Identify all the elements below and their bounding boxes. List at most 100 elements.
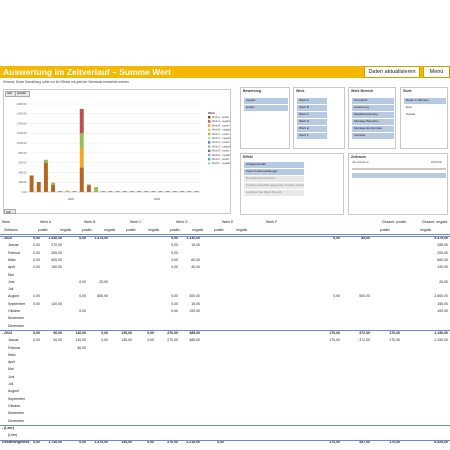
slicer-effekt[interactable]: Effekt Anlagenausfall Keine Fehlermeldun… bbox=[240, 153, 344, 215]
table-row-label: Februar bbox=[8, 250, 21, 255]
legend-entry[interactable]: Werk F - positiv bbox=[212, 158, 230, 161]
table-cell: 6.525,00 bbox=[434, 440, 448, 445]
slicer-item-baureihe[interactable]: Montage Baureihe bbox=[352, 119, 394, 125]
slicer-item-lieferbereitschaft[interactable]: Lieferbereitschaft gegenüber Kunden Ausl… bbox=[244, 183, 304, 189]
slicer-item-versand[interactable]: Versand bbox=[352, 133, 394, 139]
table-cell: 155,00 bbox=[437, 301, 448, 306]
slicer-item-minuten[interactable]: Dauer in Minuten bbox=[404, 98, 446, 104]
table-row-label: Oktober bbox=[8, 403, 21, 408]
slicer-item-werk-c[interactable]: Werk C bbox=[297, 112, 327, 118]
chart-bar[interactable] bbox=[94, 187, 99, 192]
table-cell: 270,00 bbox=[167, 440, 178, 445]
table-row-label: November bbox=[8, 316, 25, 321]
legend-entry[interactable]: Werk B - negativ bbox=[212, 129, 231, 132]
table-header-werk: Gesamt: positiv bbox=[382, 220, 407, 224]
y-tick-label: 1.200,00 bbox=[16, 131, 27, 135]
slicer-item-werk-f[interactable]: Werk F bbox=[297, 133, 327, 139]
chart-bar[interactable] bbox=[51, 182, 56, 185]
table-cell: 270,00 bbox=[167, 330, 178, 335]
table-cell: 500,00 bbox=[359, 294, 370, 299]
chart-bar[interactable] bbox=[79, 148, 84, 168]
slicer-bewertung[interactable]: Bewertung negativ positiv bbox=[240, 87, 290, 149]
slicer-werk-title: Werk bbox=[296, 89, 305, 93]
table-cell: 60,00 bbox=[191, 257, 200, 262]
legend-entry[interactable]: Werk F - negativ bbox=[212, 162, 231, 165]
slicer-werk-bereich[interactable]: Werk Bereich Kunststoff Lackierung Metal… bbox=[348, 87, 396, 149]
table-cell: 1.375,00 bbox=[94, 236, 108, 240]
chart-bar[interactable] bbox=[43, 162, 48, 192]
table-header-werk: Werk D bbox=[176, 220, 188, 224]
legend-entry[interactable]: Werk E - negativ bbox=[212, 154, 231, 157]
zeitraum-unit[interactable]: MONATE bbox=[431, 161, 442, 164]
slicer-item-werk-e[interactable]: Werk E bbox=[297, 126, 327, 132]
table-header-werk: Gesamt: negativ bbox=[422, 220, 448, 224]
legend-entry[interactable]: Werk A - negativ bbox=[212, 120, 231, 123]
slicer-item-durchlaufzeit[interactable]: Durchlaufzeit Prozess bbox=[244, 176, 304, 182]
legend-entry[interactable]: Werk C - positiv bbox=[212, 133, 230, 136]
slicer-item-anlagenausfall[interactable]: Anlagenausfall bbox=[244, 162, 304, 168]
slicer-item-kunststoff[interactable]: Kunststoff bbox=[352, 98, 394, 104]
table-cell: 0,00 bbox=[147, 330, 154, 335]
chart-bar[interactable] bbox=[51, 184, 56, 192]
table-cell: 1.130,00 bbox=[186, 236, 200, 240]
table-cell: 0,00 bbox=[171, 243, 178, 248]
chart-bar[interactable] bbox=[79, 133, 84, 148]
menu-button[interactable]: Menü bbox=[423, 66, 450, 78]
table-cell: 270,00 bbox=[167, 338, 178, 343]
legend-entry[interactable]: Werk B - positiv bbox=[212, 124, 230, 127]
table-header-werk: Werk F bbox=[266, 220, 278, 224]
slicer-item-werk-b[interactable]: Werk B bbox=[297, 105, 327, 111]
legend-swatch bbox=[208, 149, 211, 152]
chart-bar[interactable] bbox=[29, 175, 34, 192]
table-cell: 90,00 bbox=[53, 338, 62, 343]
table-group-divider bbox=[0, 330, 450, 332]
slicer-item-lieferzeit[interactable]: Lieferzeit bei Werk Bereich bbox=[244, 190, 304, 196]
chart-bar[interactable] bbox=[86, 184, 91, 186]
table-cell: 1.440,00 bbox=[48, 236, 62, 240]
slicer-item-werk-a[interactable]: Werk A bbox=[297, 98, 327, 104]
chart-bar[interactable] bbox=[79, 167, 84, 192]
table-row-label: Juni bbox=[8, 374, 15, 379]
slicer-item-endprodukt[interactable]: Montage Endprodukt bbox=[352, 126, 394, 132]
slicer-werk[interactable]: Werk Werk A Werk B Werk C Werk D Werk E … bbox=[293, 87, 345, 149]
timeline-selection[interactable] bbox=[352, 173, 446, 178]
slicer-item-werk-d[interactable]: Werk D bbox=[297, 119, 327, 125]
chart-bar[interactable] bbox=[86, 185, 91, 192]
table-group-divider bbox=[0, 235, 450, 237]
table-cell: 110,00 bbox=[75, 338, 86, 343]
slicer-bewertung-title: Bewertung bbox=[243, 89, 262, 93]
legend-entry[interactable]: Werk C - negativ bbox=[212, 137, 231, 140]
chart-bar[interactable] bbox=[79, 108, 84, 134]
legend-entry[interactable]: Werk D - negativ bbox=[212, 145, 231, 148]
pivot-chart[interactable]: Jahr Quartal 1.800,00 1.600,00 1.400,00 1.2… bbox=[3, 89, 231, 214]
chart-bar[interactable] bbox=[36, 181, 41, 192]
slicer-bereich-title: Werk Bereich bbox=[351, 89, 374, 93]
slicer-stufe[interactable]: Stufe Dauer in Minuten Euro Punkte bbox=[400, 87, 448, 149]
table-row-label: Februar bbox=[8, 345, 21, 350]
table-row-label: Dezember bbox=[8, 418, 25, 423]
table-cell: 660,00 bbox=[437, 257, 448, 262]
chart-bar[interactable] bbox=[43, 159, 48, 163]
table-row-label: (Leer) bbox=[8, 433, 18, 438]
table-row-label: Mai bbox=[8, 367, 14, 372]
table-cell: 0,00 bbox=[79, 440, 86, 445]
slicer-item-euro[interactable]: Euro bbox=[404, 105, 446, 111]
chart-bar[interactable] bbox=[29, 175, 34, 176]
slicer-item-positiv[interactable]: positiv bbox=[244, 105, 288, 111]
slicer-item-keine-fehler[interactable]: Keine Fehlermeldungen bbox=[244, 169, 304, 175]
table-cell: 170,00 bbox=[329, 338, 340, 343]
slicer-item-lackierung[interactable]: Lackierung bbox=[352, 105, 394, 111]
legend-entry[interactable]: Werk A - positiv bbox=[212, 116, 230, 119]
slicer-item-negativ[interactable]: negativ bbox=[244, 98, 288, 104]
table-header-sub: negativ bbox=[420, 228, 432, 232]
update-data-button[interactable]: Daten aktualisieren bbox=[364, 66, 420, 78]
legend-entry[interactable]: Werk E - positiv bbox=[212, 150, 230, 153]
table-row-label: November bbox=[8, 411, 25, 416]
slicer-item-punkte[interactable]: Punkte bbox=[404, 112, 446, 118]
x-year-label: 2024 bbox=[154, 197, 161, 201]
legend-entry[interactable]: Werk D - positiv bbox=[212, 141, 230, 144]
table-cell: 270,00 bbox=[51, 243, 62, 248]
slicer-item-metall[interactable]: Metallbearbeitung bbox=[352, 112, 394, 118]
slicer-zeitraum[interactable]: Zeitraum Alle Zeiträume MONATE bbox=[348, 153, 448, 215]
chart-year-filter[interactable]: Jahr bbox=[4, 209, 16, 214]
